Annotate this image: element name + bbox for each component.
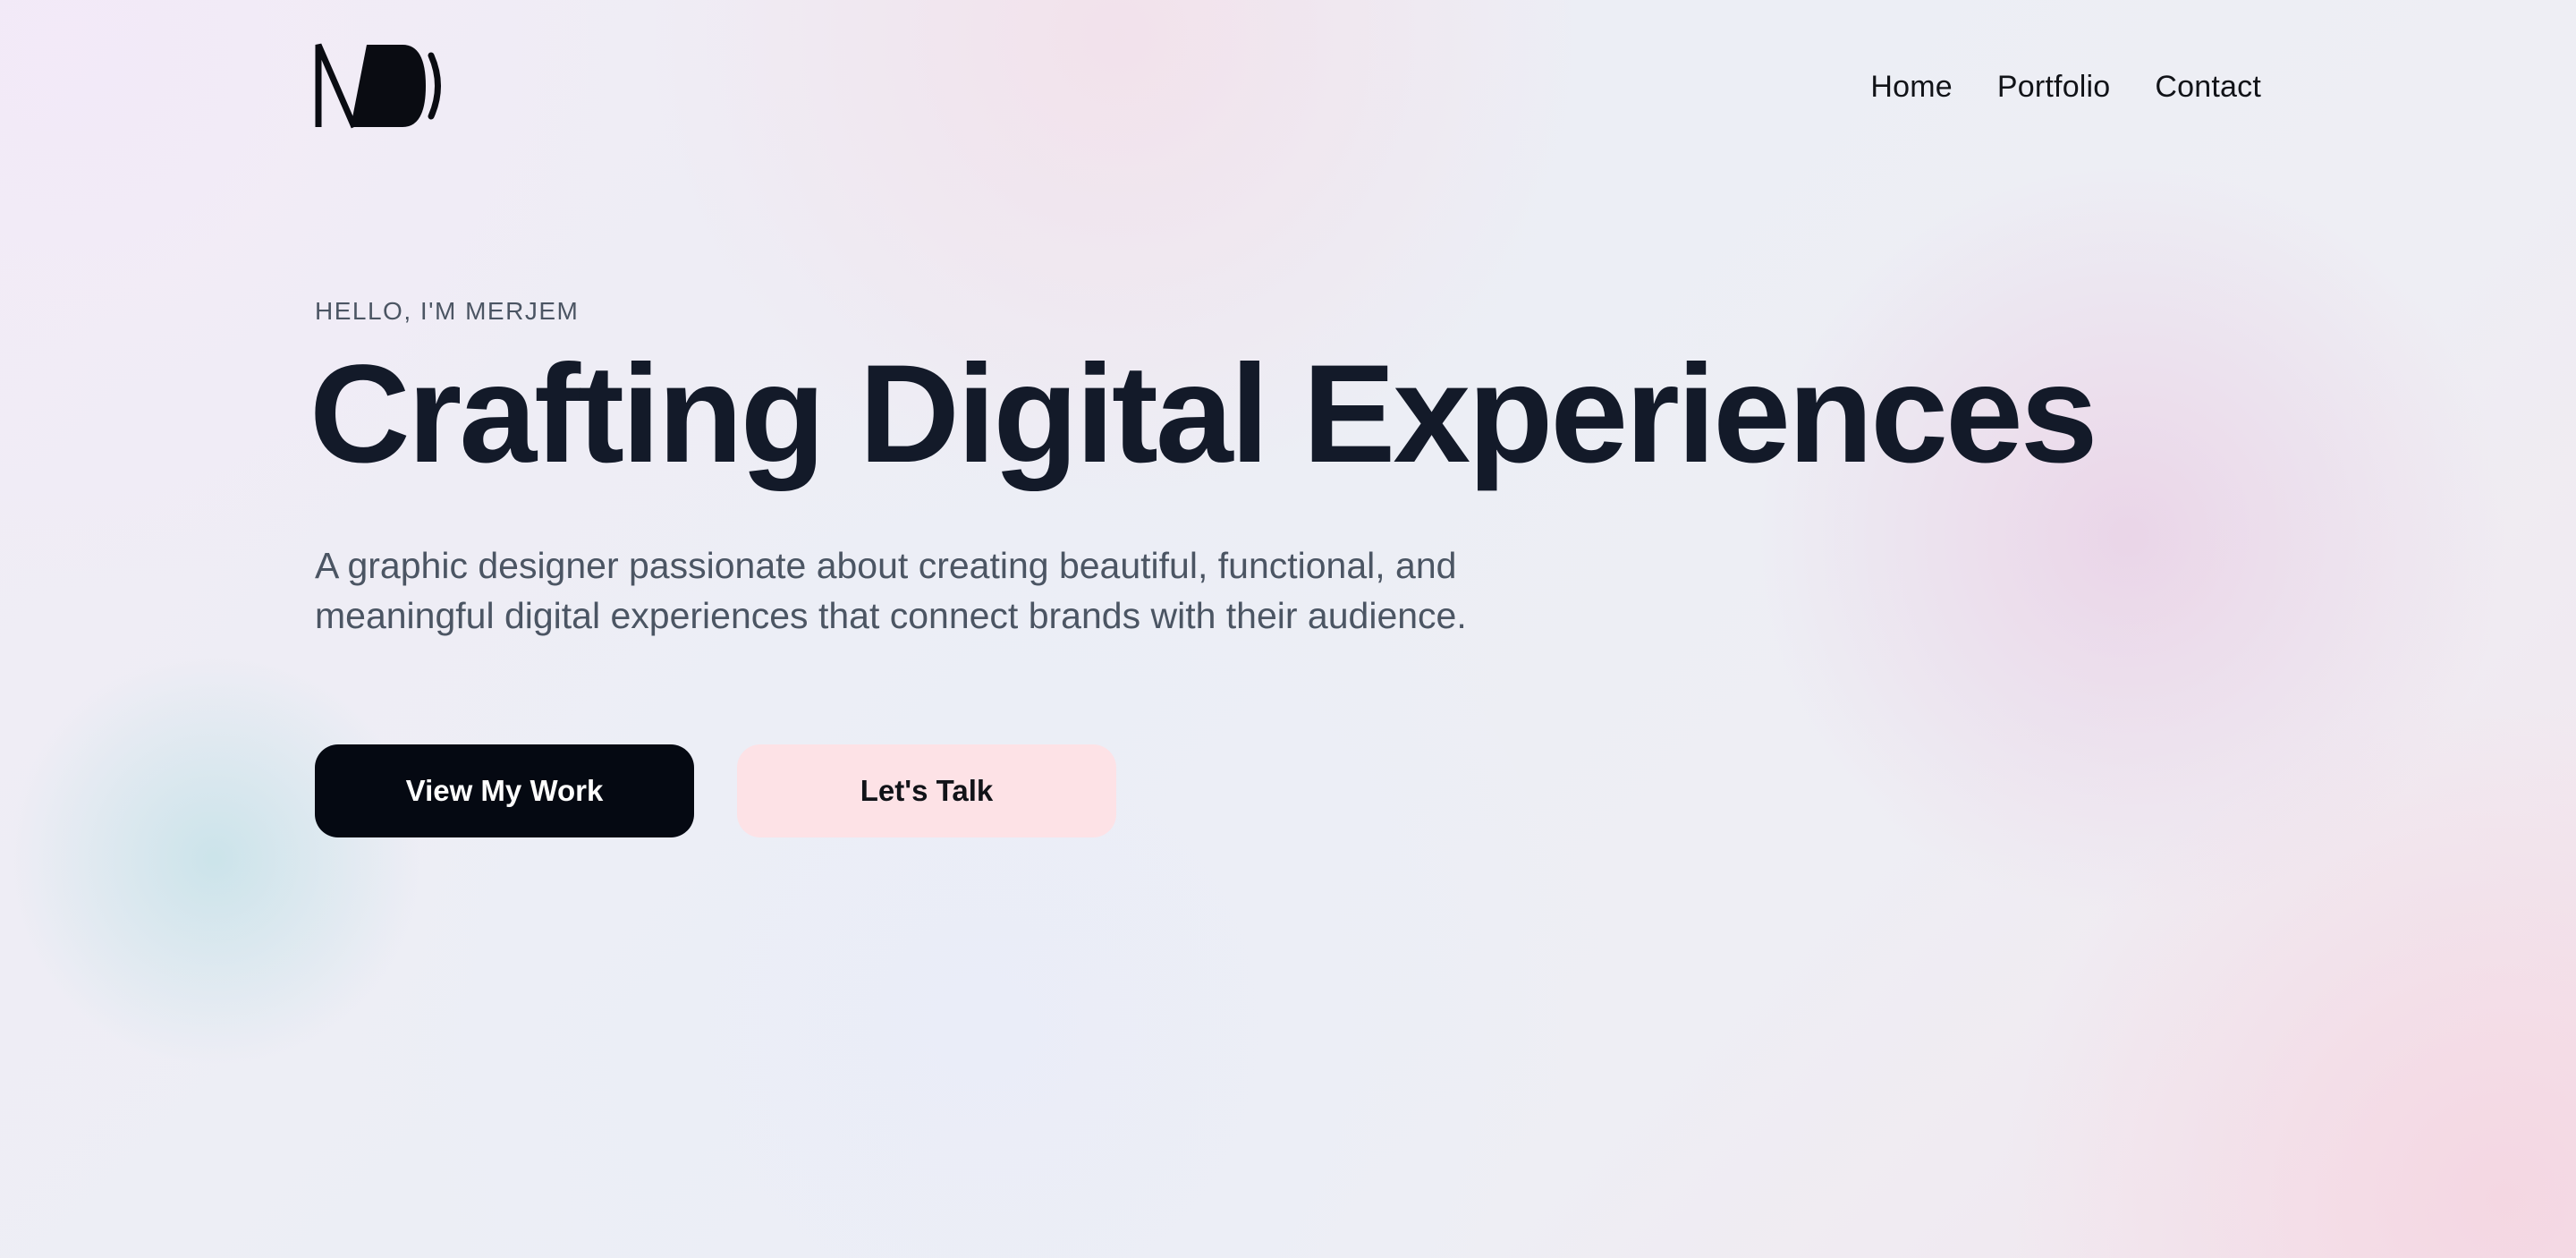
nav-home-link[interactable]: Home xyxy=(1870,64,1953,109)
hero-title-highlight: Experiences xyxy=(1302,329,2098,499)
md-monogram-logo[interactable] xyxy=(315,41,447,131)
hero-title-text: Crafting Digital xyxy=(309,336,1303,492)
main-nav: Home Portfolio Contact xyxy=(1870,64,2261,109)
hero-title-highlight-text: Experiences xyxy=(1302,336,2097,492)
hero-subtitle: A graphic designer passionate about crea… xyxy=(315,540,1567,641)
nav-portfolio-link[interactable]: Portfolio xyxy=(1997,64,2111,109)
nav-contact-link[interactable]: Contact xyxy=(2155,64,2261,109)
hero-subtitle-line-2: meaningful digital experiences that conn… xyxy=(315,595,1467,636)
hero-eyebrow: HELLO, I'M MERJEM xyxy=(315,297,580,325)
hero-title: Crafting Digital Experiences xyxy=(309,329,2098,499)
view-my-work-button[interactable]: View My Work xyxy=(315,744,694,837)
hero-subtitle-line-1: A graphic designer passionate about crea… xyxy=(315,545,1457,586)
lets-talk-button[interactable]: Let's Talk xyxy=(737,744,1116,837)
